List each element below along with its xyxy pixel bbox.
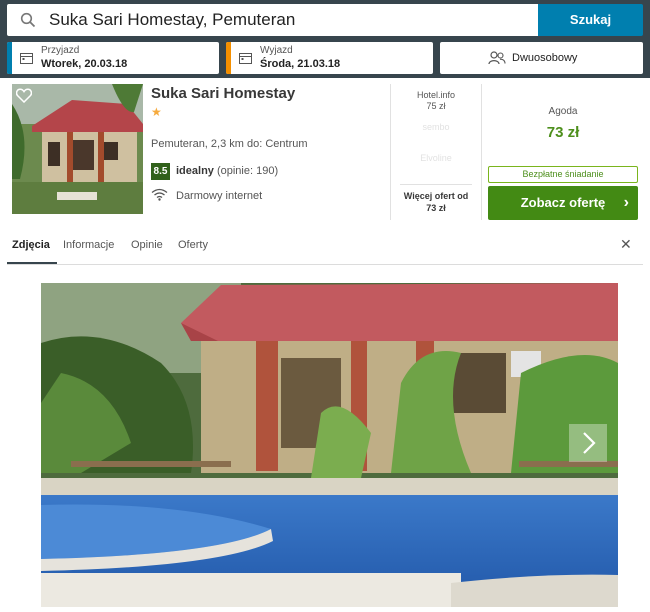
search-value: Suka Sari Homestay, Pemuteran xyxy=(49,10,296,29)
tab-info[interactable]: Informacje xyxy=(63,239,114,251)
search-input[interactable]: Suka Sari Homestay, Pemuteran xyxy=(7,4,538,36)
tab-photos[interactable]: Zdjęcia xyxy=(12,239,50,251)
view-offer-label: Zobacz ofertę xyxy=(520,195,606,210)
calendar-icon xyxy=(20,53,33,64)
checkout-color-bar xyxy=(226,42,231,74)
checkout-value: Środa, 21.03.18 xyxy=(260,58,341,70)
chevron-right-icon xyxy=(583,432,596,454)
chevron-right-icon: › xyxy=(623,194,629,211)
rating-score-badge[interactable]: 8.5 xyxy=(151,163,170,180)
more-offers-label: Więcej ofert od xyxy=(403,191,469,201)
room-type-selector[interactable]: Dwuosobowy xyxy=(440,42,643,74)
alt-offer[interactable]: Hotel.info 75 zł xyxy=(392,90,480,111)
search-icon xyxy=(20,12,36,28)
hotel-location[interactable]: Pemuteran, 2,3 km do: Centrum xyxy=(151,138,308,150)
divider xyxy=(390,84,391,220)
best-offer-price[interactable]: 73 zł xyxy=(488,124,638,141)
rating-summary[interactable]: idealny (opinie: 190) xyxy=(176,165,278,177)
best-offer-provider: Agoda xyxy=(548,106,578,117)
room-type-label: Dwuosobowy xyxy=(512,52,578,64)
hotel-thumbnail[interactable] xyxy=(12,84,143,214)
calendar-icon xyxy=(239,53,252,64)
search-button[interactable]: Szukaj xyxy=(538,4,643,36)
checkout-field[interactable]: Wyjazd Środa, 21.03.18 xyxy=(226,42,433,74)
hotel-star-rating: ★ xyxy=(151,105,162,119)
alt-offer-provider: Hotel.info xyxy=(416,90,456,100)
more-offers-price: 73 zł xyxy=(426,203,446,213)
breakfast-badge: Bezpłatne śniadanie xyxy=(488,166,638,183)
people-icon xyxy=(488,51,506,65)
alt-offer-blurred[interactable]: Elvoline xyxy=(392,153,480,163)
amenity-label: Darmowy internet xyxy=(176,190,263,202)
hotel-name[interactable]: Suka Sari Homestay xyxy=(151,85,295,102)
more-offers-link[interactable]: Więcej ofert od 73 zł xyxy=(392,190,480,214)
heart-icon[interactable] xyxy=(16,88,32,103)
checkin-color-bar xyxy=(7,42,12,74)
view-offer-button[interactable]: Zobacz ofertę › xyxy=(488,186,638,220)
hotel-photo xyxy=(41,283,618,607)
checkin-field[interactable]: Przyjazd Wtorek, 20.03.18 xyxy=(7,42,219,74)
tab-reviews[interactable]: Opinie xyxy=(131,239,163,251)
search-header: Suka Sari Homestay, Pemuteran Szukaj Prz… xyxy=(0,0,650,78)
divider xyxy=(7,264,643,265)
checkin-label: Przyjazd xyxy=(41,45,80,56)
close-icon[interactable]: ✕ xyxy=(620,236,632,253)
checkout-label: Wyjazd xyxy=(260,45,293,56)
divider xyxy=(400,184,472,185)
tab-offers[interactable]: Oferty xyxy=(178,239,208,251)
next-photo-button[interactable] xyxy=(569,424,607,462)
alt-offer-blurred[interactable]: sembo xyxy=(392,122,480,132)
rating-word: idealny xyxy=(176,165,214,177)
wifi-icon xyxy=(151,188,168,201)
checkin-value: Wtorek, 20.03.18 xyxy=(41,58,128,70)
alt-offer-price: 75 zł xyxy=(426,101,446,111)
rating-count: (opinie: 190) xyxy=(216,165,279,177)
divider xyxy=(481,84,482,220)
